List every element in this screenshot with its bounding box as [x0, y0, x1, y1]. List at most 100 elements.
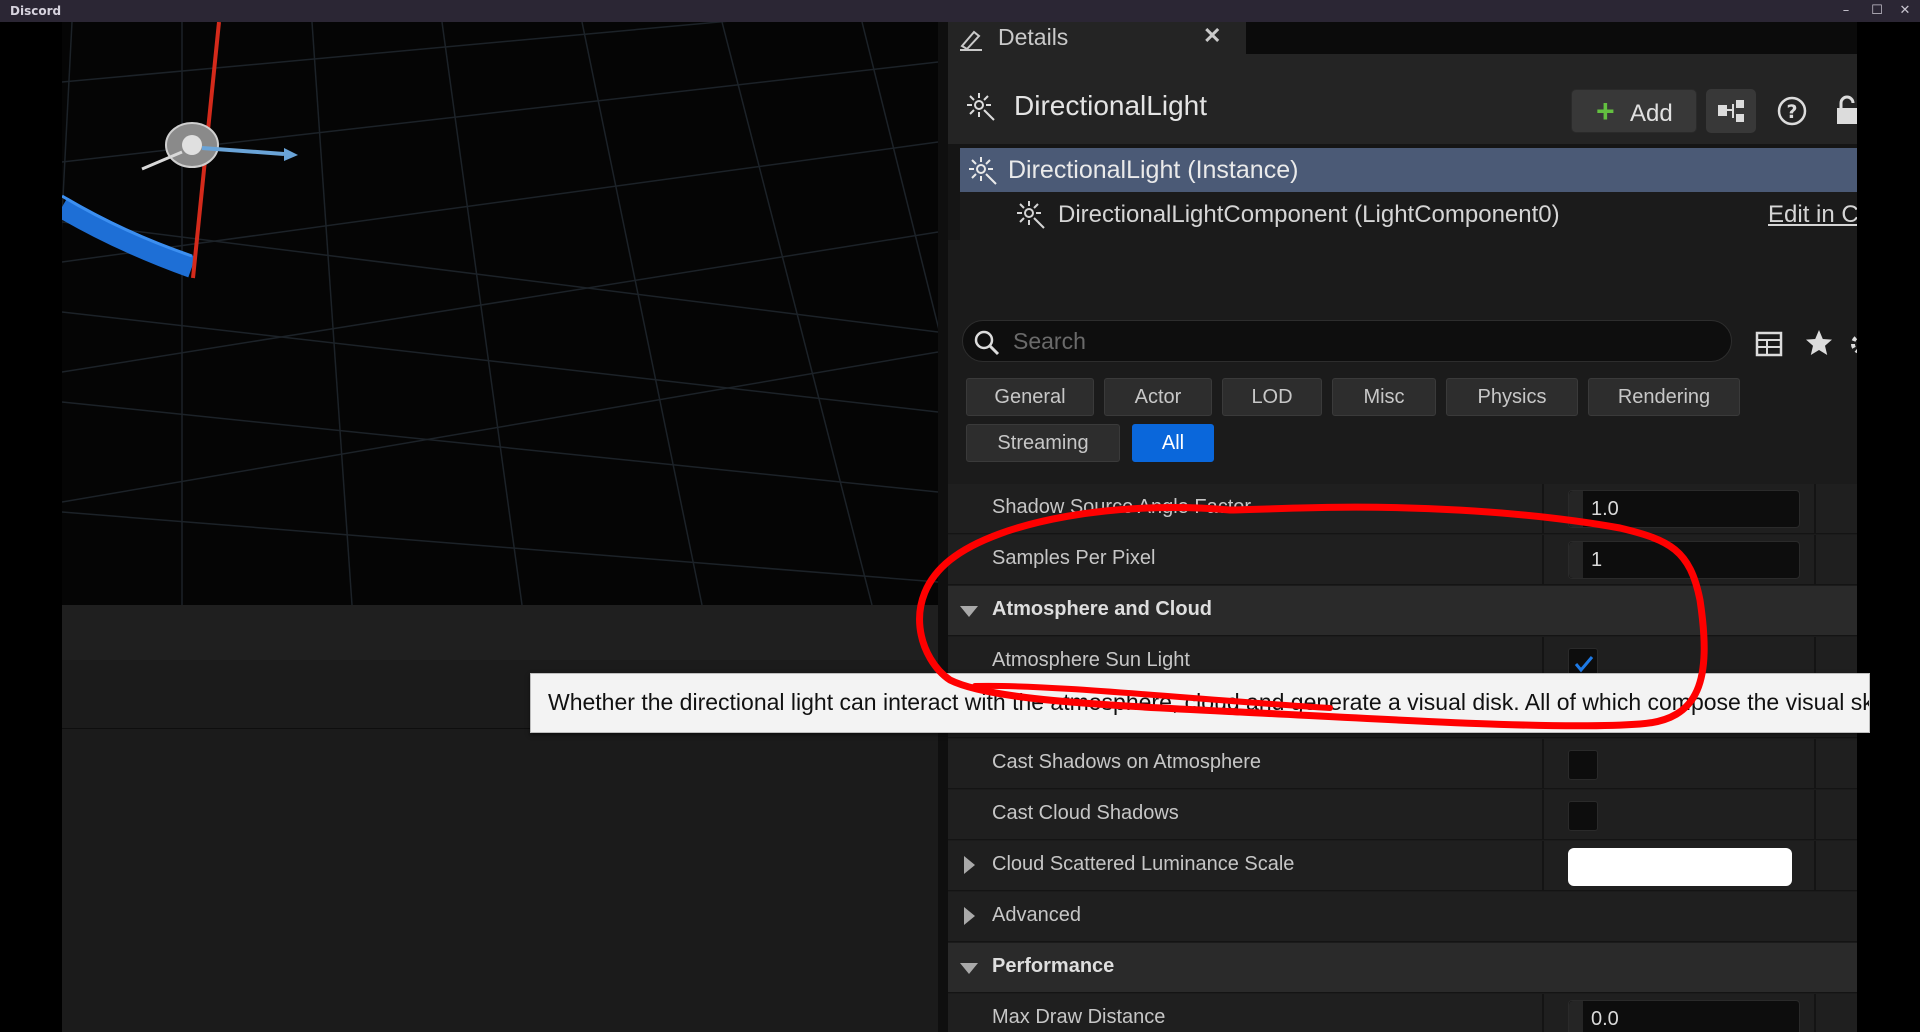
- field-value: 1: [1591, 549, 1603, 571]
- plus-icon: +: [1596, 93, 1615, 129]
- property-row-max-draw-distance: Max Draw Distance 0.0: [948, 994, 1857, 1032]
- search-input[interactable]: [1013, 325, 1713, 357]
- property-label: Samples Per Pixel: [992, 547, 1156, 569]
- add-component-button[interactable]: + Add: [1571, 89, 1697, 133]
- filter-misc[interactable]: Misc: [1332, 378, 1436, 416]
- search-and-filters: General Actor LOD Misc Physics Rendering…: [948, 300, 1857, 480]
- column-splitter[interactable]: [1814, 994, 1816, 1032]
- column-splitter[interactable]: [1542, 484, 1544, 534]
- property-row-cast-shadows-on-atmosphere: Cast Shadows on Atmosphere: [948, 739, 1857, 789]
- samples-per-pixel-field[interactable]: 1: [1568, 541, 1800, 579]
- table-view-icon[interactable]: [1755, 330, 1783, 358]
- cast-shadows-on-atmosphere-checkbox[interactable]: [1568, 750, 1598, 780]
- settings-gear-icon[interactable]: [1848, 330, 1857, 358]
- column-splitter[interactable]: [1814, 841, 1816, 891]
- column-splitter[interactable]: [1542, 994, 1544, 1032]
- hierarchy-icon: [1718, 100, 1744, 122]
- window-title-bar: Discord – ☐ ✕: [0, 0, 1920, 22]
- category-label: Performance: [992, 955, 1115, 977]
- filter-lod[interactable]: LOD: [1222, 378, 1322, 416]
- component-tree: DirectionalLight (Instance) DirectionalL…: [960, 148, 1857, 240]
- category-label: Atmosphere and Cloud: [992, 598, 1213, 620]
- add-button-label: Add: [1630, 100, 1673, 127]
- column-splitter[interactable]: [1542, 790, 1544, 840]
- minimize-button[interactable]: –: [1835, 1, 1857, 21]
- tab-strip: Details ✕: [948, 22, 1857, 54]
- tree-instance-label: DirectionalLight (Instance): [1008, 156, 1299, 184]
- panel-splitter[interactable]: [938, 22, 948, 1032]
- left-margin: [0, 22, 62, 1032]
- lock-icon[interactable]: [1834, 94, 1857, 128]
- cast-cloud-shadows-checkbox[interactable]: [1568, 801, 1598, 831]
- directional-light-icon: [1017, 201, 1045, 229]
- level-viewport[interactable]: [62, 22, 938, 605]
- field-value: 0.0: [1591, 1008, 1619, 1030]
- filter-all[interactable]: All: [1132, 424, 1214, 462]
- category-atmosphere-and-cloud[interactable]: Atmosphere and Cloud: [948, 586, 1857, 636]
- drag-handle[interactable]: [1569, 542, 1583, 578]
- column-splitter[interactable]: [1814, 790, 1816, 840]
- group-label: Advanced: [992, 904, 1081, 926]
- viewport-scene: [62, 22, 938, 605]
- expand-arrow-icon[interactable]: [964, 856, 975, 874]
- property-row-shadow-source-angle-factor: Shadow Source Angle Factor 1.0: [948, 484, 1857, 534]
- svg-text:?: ?: [1786, 101, 1797, 123]
- filter-streaming[interactable]: Streaming: [966, 424, 1120, 462]
- directional-light-gizmo-icon: [141, 122, 298, 171]
- edit-in-cpp-link[interactable]: Edit in C++: [1768, 201, 1857, 229]
- filter-general[interactable]: General: [966, 378, 1094, 416]
- property-row-samples-per-pixel: Samples Per Pixel 1: [948, 535, 1857, 585]
- property-tooltip: Whether the directional light can intera…: [530, 673, 1870, 733]
- drag-handle[interactable]: [1569, 1001, 1583, 1032]
- tree-row-component[interactable]: DirectionalLightComponent (LightComponen…: [960, 192, 1857, 238]
- property-label: Shadow Source Angle Factor: [992, 496, 1252, 518]
- drag-handle[interactable]: [1569, 491, 1583, 527]
- details-header: DirectionalLight + Add ?: [948, 54, 1857, 144]
- details-panel: Details ✕ DirectionalLight + Add ? Direc…: [948, 22, 1857, 1032]
- filter-physics[interactable]: Physics: [1446, 378, 1578, 416]
- max-draw-distance-field[interactable]: 0.0: [1568, 1000, 1800, 1032]
- filter-rendering[interactable]: Rendering: [1588, 378, 1740, 416]
- filter-actor[interactable]: Actor: [1104, 378, 1212, 416]
- search-box[interactable]: [962, 320, 1732, 362]
- star-icon[interactable]: [1804, 328, 1834, 358]
- viewport-bottom-bar: [62, 605, 938, 660]
- close-window-button[interactable]: ✕: [1894, 1, 1916, 21]
- property-label: Atmosphere Sun Light: [992, 649, 1190, 671]
- property-grid: Shadow Source Angle Factor 1.0 Samples P…: [948, 480, 1857, 1032]
- directional-light-icon: [967, 93, 995, 121]
- category-performance[interactable]: Performance: [948, 943, 1857, 993]
- property-row-cast-cloud-shadows: Cast Cloud Shadows: [948, 790, 1857, 840]
- tab-close-button[interactable]: ✕: [1203, 23, 1221, 49]
- search-icon: [974, 330, 1000, 356]
- expand-arrow-icon[interactable]: [960, 606, 978, 617]
- column-splitter[interactable]: [1542, 841, 1544, 891]
- color-swatch[interactable]: [1568, 848, 1792, 886]
- pencil-edit-icon: [960, 30, 982, 51]
- maximize-button[interactable]: ☐: [1866, 1, 1888, 21]
- property-label: Cloud Scattered Luminance Scale: [992, 853, 1295, 875]
- tab-details[interactable]: Details ✕: [948, 22, 1246, 54]
- actor-name: DirectionalLight: [1014, 90, 1207, 121]
- field-value: 1.0: [1591, 498, 1619, 520]
- directional-light-icon: [969, 157, 997, 185]
- column-splitter[interactable]: [1542, 739, 1544, 789]
- expand-arrow-icon[interactable]: [964, 907, 975, 925]
- column-splitter[interactable]: [1814, 739, 1816, 789]
- expand-arrow-icon[interactable]: [960, 963, 978, 974]
- column-splitter[interactable]: [1542, 535, 1544, 585]
- tree-row-instance[interactable]: DirectionalLight (Instance): [960, 148, 1857, 192]
- property-row-cloud-scattered-luminance-scale: Cloud Scattered Luminance Scale: [948, 841, 1857, 891]
- help-icon[interactable]: ?: [1770, 89, 1814, 133]
- tree-component-label: DirectionalLightComponent (LightComponen…: [1058, 201, 1560, 228]
- column-splitter[interactable]: [1814, 484, 1816, 534]
- column-splitter[interactable]: [1814, 535, 1816, 585]
- group-advanced[interactable]: Advanced: [948, 892, 1857, 942]
- tab-label: Details: [998, 24, 1069, 50]
- app-name: Discord: [10, 4, 62, 18]
- property-label: Cast Cloud Shadows: [992, 802, 1179, 824]
- blueprint-button[interactable]: [1706, 89, 1756, 133]
- property-label: Cast Shadows on Atmosphere: [992, 751, 1262, 773]
- right-margin: [1857, 22, 1920, 1032]
- shadow-source-angle-factor-field[interactable]: 1.0: [1568, 490, 1800, 528]
